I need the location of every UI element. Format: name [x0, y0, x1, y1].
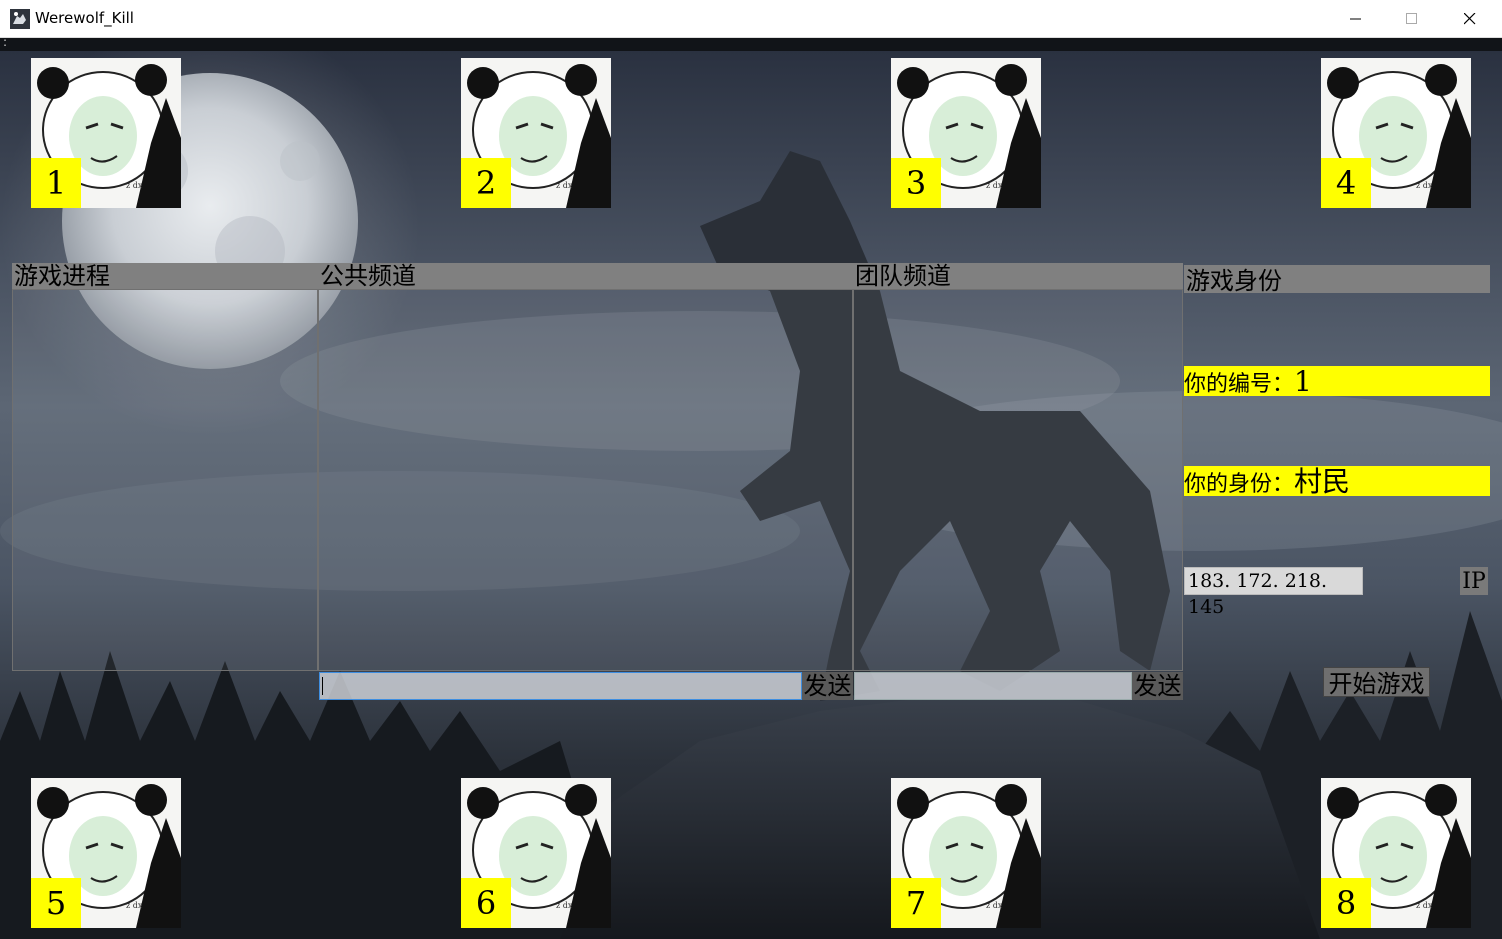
seat-number-6: 6	[461, 878, 511, 928]
team-channel-title: 团队频道	[853, 263, 1183, 289]
maximize-button[interactable]	[1383, 0, 1441, 38]
team-chat-input[interactable]	[854, 672, 1132, 700]
close-button[interactable]	[1441, 0, 1499, 38]
player-role-value: 村民	[1294, 465, 1351, 498]
public-send-button[interactable]: 发送	[802, 672, 853, 700]
player-number-label: 你的编号：	[1184, 372, 1295, 397]
public-channel-title: 公共频道	[318, 263, 853, 289]
public-chat-input[interactable]	[319, 672, 802, 700]
svg-text:z dx: z dx	[986, 901, 1003, 910]
werewolf-app-icon	[10, 9, 30, 29]
svg-text:z dx: z dx	[556, 181, 573, 190]
menu-bar: :	[0, 35, 1502, 51]
seat-2-avatar[interactable]: z dx 2	[461, 58, 611, 208]
seat-number-7: 7	[891, 878, 941, 928]
game-board: z dx 1 z dx 2 z dx 3 z dx 4 z dx 5 z dx …	[0, 51, 1502, 939]
seat-number-3: 3	[891, 158, 941, 208]
team-channel-log[interactable]	[853, 289, 1183, 671]
game-identity-title: 游戏身份	[1184, 265, 1490, 295]
close-icon	[1464, 13, 1476, 25]
ip-label: IP	[1460, 567, 1488, 595]
seat-7-avatar[interactable]: z dx 7	[891, 778, 1041, 928]
seat-number-2: 2	[461, 158, 511, 208]
player-number-row: 你的编号：1	[1184, 365, 1490, 398]
seat-number-5: 5	[31, 878, 81, 928]
ip-address-input[interactable]: 183. 172. 218. 145	[1184, 567, 1363, 618]
seat-5-avatar[interactable]: z dx 5	[31, 778, 181, 928]
svg-text:z dx: z dx	[1416, 901, 1433, 910]
team-send-button[interactable]: 发送	[1132, 672, 1183, 700]
start-game-button[interactable]: 开始游戏	[1323, 667, 1430, 698]
menu-glyph: :	[3, 35, 8, 49]
game-progress-log[interactable]	[12, 289, 318, 671]
text-caret	[322, 677, 323, 695]
minimize-icon	[1350, 18, 1361, 20]
public-channel-log[interactable]	[318, 289, 853, 671]
svg-text:z dx: z dx	[126, 181, 143, 190]
seat-8-avatar[interactable]: z dx 8	[1321, 778, 1471, 928]
player-number-value: 1	[1294, 365, 1312, 398]
seat-3-avatar[interactable]: z dx 3	[891, 58, 1041, 208]
seat-number-1: 1	[31, 158, 81, 208]
title-bar: Werewolf_Kill	[0, 0, 1502, 38]
seat-number-4: 4	[1321, 158, 1371, 208]
player-role-label: 你的身份：	[1184, 472, 1295, 497]
maximize-icon	[1406, 13, 1417, 24]
seat-1-avatar[interactable]: z dx 1	[31, 58, 181, 208]
svg-text:z dx: z dx	[1416, 181, 1433, 190]
seat-number-8: 8	[1321, 878, 1371, 928]
player-role-row: 你的身份：村民	[1184, 465, 1490, 498]
seat-6-avatar[interactable]: z dx 6	[461, 778, 611, 928]
svg-text:z dx: z dx	[556, 901, 573, 910]
window-title: Werewolf_Kill	[35, 9, 134, 27]
seat-4-avatar[interactable]: z dx 4	[1321, 58, 1471, 208]
svg-text:z dx: z dx	[126, 901, 143, 910]
game-progress-title: 游戏进程	[12, 263, 318, 289]
svg-text:z dx: z dx	[986, 181, 1003, 190]
minimize-button[interactable]	[1327, 0, 1385, 38]
